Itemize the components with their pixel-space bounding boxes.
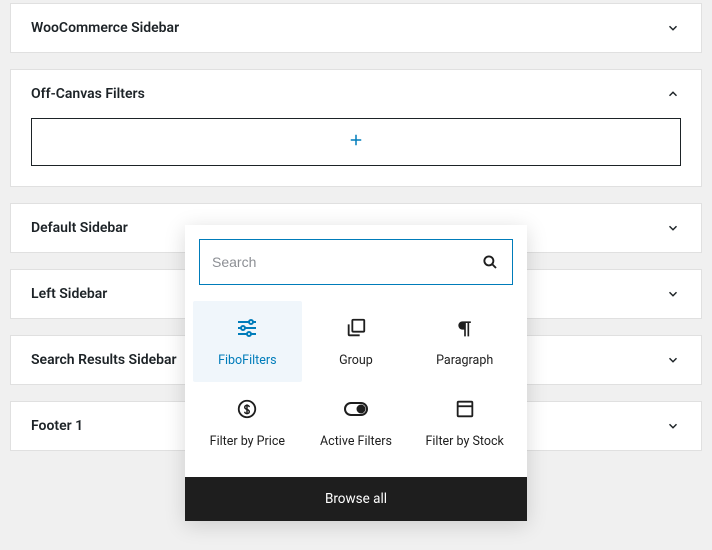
currency-icon [234,396,260,422]
panel-title: Off-Canvas Filters [31,86,145,102]
plus-icon [347,130,365,154]
panel-off-canvas-filters: Off-Canvas Filters [10,69,702,187]
chevron-down-icon [665,286,681,302]
block-label: Active Filters [320,434,392,449]
block-filter-by-stock[interactable]: Filter by Stock [410,382,519,463]
panel-header[interactable]: Off-Canvas Filters [11,70,701,118]
panel-title: WooCommerce Sidebar [31,20,179,36]
block-label: Filter by Price [210,434,285,449]
box-icon [452,396,478,422]
add-block-button[interactable] [31,118,681,166]
block-group[interactable]: Group [302,301,411,382]
search-icon [480,252,500,272]
panel-title: Default Sidebar [31,220,128,236]
chevron-down-icon [665,20,681,36]
panel-body [11,118,701,186]
toggle-icon [343,396,369,422]
block-active-filters[interactable]: Active Filters [302,382,411,463]
panel-title: Left Sidebar [31,286,107,302]
block-inserter-popover: FiboFilters Group Paragraph [185,225,527,521]
panel-title: Search Results Sidebar [31,352,177,368]
block-fibofilters[interactable]: FiboFilters [193,301,302,382]
browse-all-button[interactable]: Browse all [185,477,527,521]
group-icon [343,315,369,341]
block-filter-by-price[interactable]: Filter by Price [193,382,302,463]
block-grid: FiboFilters Group Paragraph [185,299,527,477]
search-input[interactable] [212,254,480,270]
filters-icon [234,315,260,341]
block-label: Paragraph [436,353,493,368]
panel-title: Footer 1 [31,418,83,434]
block-label: FiboFilters [218,353,277,368]
chevron-down-icon [665,352,681,368]
chevron-down-icon [665,418,681,434]
block-paragraph[interactable]: Paragraph [410,301,519,382]
block-label: Filter by Stock [425,434,503,449]
block-label: Group [339,353,373,368]
chevron-down-icon [665,220,681,236]
panel-woocommerce-sidebar: WooCommerce Sidebar [10,3,702,53]
paragraph-icon [452,315,478,341]
panel-header[interactable]: WooCommerce Sidebar [11,4,701,52]
search-box[interactable] [199,239,513,285]
search-wrap [185,225,527,299]
chevron-up-icon [665,86,681,102]
